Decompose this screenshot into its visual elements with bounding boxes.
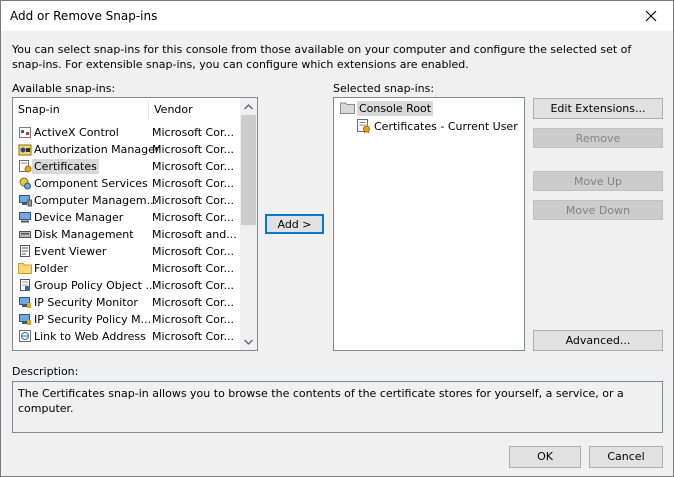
folder-icon bbox=[18, 263, 32, 274]
close-button[interactable] bbox=[628, 1, 673, 31]
cancel-button[interactable]: Cancel bbox=[589, 446, 663, 468]
ok-button[interactable]: OK bbox=[509, 446, 581, 468]
edit-extensions-button[interactable]: Edit Extensions... bbox=[533, 98, 663, 119]
tree-item-label: Console Root bbox=[357, 101, 434, 116]
snapin-list-item[interactable]: Device Manager Microsoft Cor... bbox=[13, 209, 241, 226]
add-button[interactable]: Add > bbox=[265, 214, 324, 234]
advanced-button[interactable]: Advanced... bbox=[533, 330, 663, 351]
selected-snapins-tree[interactable]: Console Root Certificates - Current User bbox=[333, 97, 525, 351]
snapin-name: Device Manager bbox=[34, 211, 124, 224]
description-label: Description: bbox=[12, 365, 79, 378]
snapin-list-item[interactable]: Certificates Microsoft Cor... bbox=[13, 158, 241, 175]
snapin-vendor: Microsoft Cor... bbox=[152, 143, 234, 156]
intro-text: You can select snap-ins for this console… bbox=[12, 43, 632, 71]
add-remove-snapins-dialog: Add or Remove Snap-ins You can select sn… bbox=[0, 0, 674, 477]
certificate-icon bbox=[357, 119, 370, 133]
snapin-list-item[interactable]: Link to Web Address Microsoft Cor... bbox=[13, 328, 241, 345]
column-header-snapin[interactable]: Snap-in bbox=[13, 98, 148, 122]
scroll-down-button[interactable] bbox=[240, 333, 257, 350]
snapin-name: Group Policy Object ... bbox=[34, 279, 156, 292]
scroll-up-button[interactable] bbox=[240, 98, 257, 115]
title-bar: Add or Remove Snap-ins bbox=[1, 1, 673, 31]
disk-icon bbox=[19, 231, 31, 238]
snapin-vendor: Microsoft Cor... bbox=[152, 177, 234, 190]
description-box: The Certificates snap-in allows you to b… bbox=[12, 381, 663, 433]
snapin-vendor: Microsoft Cor... bbox=[152, 313, 234, 326]
snapin-name: Certificates bbox=[32, 159, 99, 174]
available-list-scrollbar[interactable] bbox=[240, 98, 257, 350]
ip-security-policy-icon bbox=[19, 314, 31, 325]
snapin-vendor: Microsoft Cor... bbox=[152, 211, 234, 224]
snapin-vendor: Microsoft Cor... bbox=[152, 126, 234, 139]
column-header-vendor[interactable]: Vendor bbox=[149, 98, 239, 122]
available-snapins-list[interactable]: Snap-in Vendor ActiveX Control Microsoft … bbox=[12, 97, 258, 351]
chevron-up-icon bbox=[244, 103, 253, 109]
snapin-list-item[interactable]: Disk Management Microsoft and... bbox=[13, 226, 241, 243]
authorization-icon bbox=[18, 144, 32, 156]
snapin-name: Event Viewer bbox=[34, 245, 107, 258]
remove-button[interactable]: Remove bbox=[533, 128, 663, 148]
snapin-list-item[interactable]: Event Viewer Microsoft Cor... bbox=[13, 243, 241, 260]
snapin-vendor: Microsoft Cor... bbox=[152, 330, 234, 343]
move-down-button[interactable]: Move Down bbox=[533, 200, 663, 220]
ip-security-icon bbox=[19, 297, 31, 308]
snapin-list-item[interactable]: IP Security Policy M... Microsoft Cor... bbox=[13, 311, 241, 328]
window-title: Add or Remove Snap-ins bbox=[10, 9, 158, 23]
snapin-vendor: Microsoft Cor... bbox=[152, 245, 234, 258]
folder-icon bbox=[340, 102, 355, 114]
snapin-name: ActiveX Control bbox=[34, 126, 119, 139]
snapin-list-item[interactable]: Component Services Microsoft Cor... bbox=[13, 175, 241, 192]
device-manager-icon bbox=[19, 212, 31, 223]
snapin-name: IP Security Monitor bbox=[34, 296, 138, 309]
snapin-name: Component Services bbox=[34, 177, 148, 190]
snapin-name: Link to Web Address bbox=[34, 330, 146, 343]
group-policy-icon bbox=[20, 279, 30, 291]
activex-icon bbox=[19, 127, 31, 138]
snapin-vendor: Microsoft Cor... bbox=[152, 279, 234, 292]
snapin-name: IP Security Policy M... bbox=[34, 313, 152, 326]
event-viewer-icon bbox=[20, 245, 30, 257]
certificate-icon bbox=[19, 160, 32, 173]
snapin-list-item[interactable]: Folder Microsoft Cor... bbox=[13, 260, 241, 277]
snapin-list-item[interactable]: Group Policy Object ... Microsoft Cor... bbox=[13, 277, 241, 294]
move-up-button[interactable]: Move Up bbox=[533, 171, 663, 191]
snapin-vendor: Microsoft Cor... bbox=[152, 296, 234, 309]
snapin-name: Authorization Manager bbox=[34, 143, 160, 156]
scroll-thumb[interactable] bbox=[241, 115, 256, 225]
snapin-name: Computer Managem... bbox=[34, 194, 158, 207]
selected-snapins-label: Selected snap-ins: bbox=[333, 82, 435, 95]
snapin-vendor: Microsoft Cor... bbox=[152, 160, 234, 173]
snapin-list-item[interactable]: Authorization Manager Microsoft Cor... bbox=[13, 141, 241, 158]
snapin-vendor: Microsoft Cor... bbox=[152, 194, 234, 207]
snapin-vendor: Microsoft and... bbox=[152, 228, 237, 241]
component-services-icon bbox=[19, 177, 31, 190]
computer-management-icon bbox=[19, 195, 32, 207]
snapin-name: Disk Management bbox=[34, 228, 134, 241]
tree-item-label: Certificates - Current User bbox=[374, 120, 518, 133]
close-icon bbox=[645, 10, 656, 22]
snapin-name: Folder bbox=[34, 262, 68, 275]
available-snapins-label: Available snap-ins: bbox=[12, 82, 116, 95]
snapin-vendor: Microsoft Cor... bbox=[152, 262, 234, 275]
snapin-list-item[interactable]: ActiveX Control Microsoft Cor... bbox=[13, 124, 241, 141]
chevron-down-icon bbox=[244, 339, 253, 345]
link-icon bbox=[19, 330, 31, 342]
snapin-list-item[interactable]: IP Security Monitor Microsoft Cor... bbox=[13, 294, 241, 311]
snapin-list-item[interactable]: Computer Managem... Microsoft Cor... bbox=[13, 192, 241, 209]
